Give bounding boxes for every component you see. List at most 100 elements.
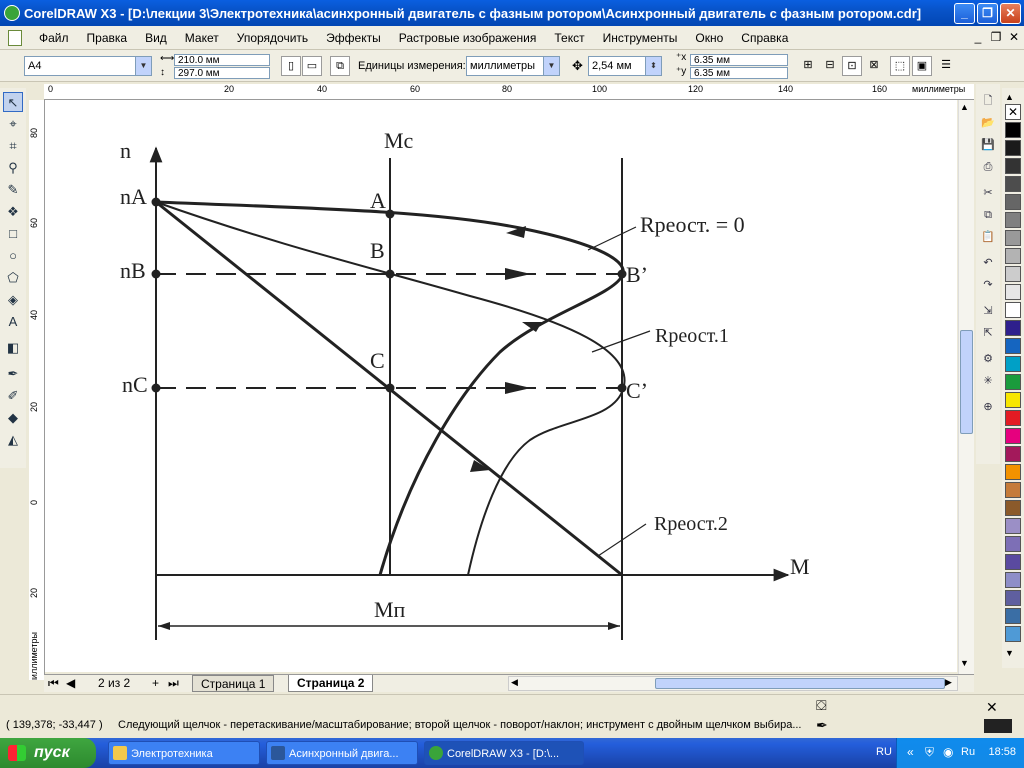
- color-swatch[interactable]: [1005, 590, 1021, 606]
- menu-edit[interactable]: Правка: [78, 31, 137, 45]
- scroll-left-icon[interactable]: ◀: [511, 677, 518, 688]
- snap-guides-button[interactable]: ⊟: [820, 56, 840, 76]
- taskbar-item-coreldraw[interactable]: CorelDRAW X3 - [D:\...: [424, 741, 584, 765]
- document-icon[interactable]: [8, 29, 22, 46]
- portrait-button[interactable]: ▯: [281, 56, 301, 76]
- outline-color-swatch[interactable]: [984, 719, 1012, 733]
- add-page-icon[interactable]: +: [152, 675, 159, 692]
- freehand-tool-icon[interactable]: ✎: [3, 180, 23, 200]
- menu-bitmaps[interactable]: Растровые изображения: [390, 31, 546, 45]
- color-swatch[interactable]: [1005, 230, 1021, 246]
- no-fill-icon[interactable]: ✕: [986, 699, 998, 716]
- first-page-icon[interactable]: ⏮: [48, 675, 59, 692]
- corel-online-icon[interactable]: ✳: [979, 372, 997, 390]
- tray-language[interactable]: Ru: [961, 746, 975, 758]
- menu-file[interactable]: Файл: [30, 31, 78, 45]
- color-swatch[interactable]: [1005, 392, 1021, 408]
- crop-tool-icon[interactable]: ⌗: [3, 136, 23, 156]
- export-icon[interactable]: ⇱: [979, 324, 997, 342]
- print-icon[interactable]: ⎙: [979, 158, 997, 176]
- close-button[interactable]: ✕: [1000, 3, 1021, 24]
- drawing-canvas[interactable]: n M Mc Mп nA nB nC A B C B’ C’ Rреост. =…: [45, 100, 957, 672]
- color-swatch[interactable]: [1005, 608, 1021, 624]
- interactive-fill-tool-icon[interactable]: ◭: [3, 430, 23, 450]
- palette-up-icon[interactable]: ▲: [1005, 92, 1014, 102]
- color-swatch[interactable]: [1005, 572, 1021, 588]
- scroll-down-icon[interactable]: ▼: [960, 658, 969, 668]
- redo-icon[interactable]: ↷: [979, 276, 997, 294]
- taskbar-item-word[interactable]: Асинхронный двига...: [266, 741, 418, 765]
- all-pages-button[interactable]: ⧉: [330, 56, 350, 76]
- duplicate-y-field[interactable]: 6.35 мм: [690, 67, 788, 79]
- copy-icon[interactable]: ⧉: [979, 206, 997, 224]
- zoom-level-icon[interactable]: ⊕: [979, 398, 997, 416]
- color-swatch[interactable]: [1005, 464, 1021, 480]
- doc-minimize-button[interactable]: _: [970, 30, 986, 44]
- cut-icon[interactable]: ✂: [979, 184, 997, 202]
- scroll-right-icon[interactable]: ▶: [945, 677, 952, 688]
- color-swatch[interactable]: [1005, 284, 1021, 300]
- text-tool-icon[interactable]: A: [3, 312, 23, 332]
- draw-bbox-button[interactable]: ▣: [912, 56, 932, 76]
- paste-icon[interactable]: 📋: [979, 228, 997, 246]
- color-swatch[interactable]: [1005, 482, 1021, 498]
- save-icon[interactable]: 💾: [979, 136, 997, 154]
- dynamic-guides-button[interactable]: ⊠: [864, 56, 884, 76]
- color-swatch[interactable]: [1005, 374, 1021, 390]
- color-swatch[interactable]: [1005, 212, 1021, 228]
- menu-view[interactable]: Вид: [136, 31, 176, 45]
- rectangle-tool-icon[interactable]: □: [3, 224, 23, 244]
- menu-arrange[interactable]: Упорядочить: [228, 31, 317, 45]
- horizontal-scrollbar[interactable]: ◀ ▶: [508, 676, 958, 691]
- fill-tool-icon[interactable]: ◆: [3, 408, 23, 428]
- color-swatch[interactable]: [1005, 554, 1021, 570]
- color-swatch[interactable]: [1005, 338, 1021, 354]
- vertical-scrollbar[interactable]: ▲ ▼: [958, 100, 974, 674]
- coreldraw-app-icon[interactable]: [4, 5, 20, 21]
- nudge-field[interactable]: 2,54 мм ⬍: [588, 56, 662, 76]
- color-swatch[interactable]: [1005, 158, 1021, 174]
- color-swatch[interactable]: [1005, 536, 1021, 552]
- snap-grid-button[interactable]: ⊞: [798, 56, 818, 76]
- eyedropper-tool-icon[interactable]: ✒: [3, 364, 23, 384]
- taskbar-item-explorer[interactable]: Электротехника: [108, 741, 260, 765]
- application-launcher-icon[interactable]: ⚙: [979, 350, 997, 368]
- zoom-tool-icon[interactable]: ⚲: [3, 158, 23, 178]
- color-swatch[interactable]: [1005, 500, 1021, 516]
- chevron-down-icon[interactable]: ▼: [135, 57, 151, 75]
- tray-expand-icon[interactable]: «: [907, 745, 914, 759]
- duplicate-x-field[interactable]: 6.35 мм: [690, 54, 788, 66]
- shape-tool-icon[interactable]: ⌖: [3, 114, 23, 134]
- color-swatch[interactable]: [1005, 266, 1021, 282]
- pick-tool-icon[interactable]: ↖: [3, 92, 23, 112]
- menu-text[interactable]: Текст: [545, 31, 593, 45]
- basic-shapes-tool-icon[interactable]: ◈: [3, 290, 23, 310]
- menu-tools[interactable]: Инструменты: [594, 31, 687, 45]
- minimize-button[interactable]: _: [954, 3, 975, 24]
- horizontal-scroll-thumb[interactable]: [655, 678, 945, 689]
- color-swatch[interactable]: [1005, 356, 1021, 372]
- page-height-field[interactable]: 297.0 мм: [174, 67, 270, 79]
- doc-close-button[interactable]: ✕: [1006, 30, 1022, 44]
- no-color-swatch[interactable]: ✕: [1005, 104, 1021, 120]
- options-button[interactable]: ☰: [936, 56, 956, 76]
- color-swatch[interactable]: [1005, 428, 1021, 444]
- interactive-blend-tool-icon[interactable]: ◧: [3, 338, 23, 358]
- language-indicator[interactable]: RU: [876, 746, 892, 758]
- color-swatch[interactable]: [1005, 248, 1021, 264]
- landscape-button[interactable]: ▭: [302, 56, 322, 76]
- menu-effects[interactable]: Эффекты: [317, 31, 390, 45]
- color-swatch[interactable]: [1005, 194, 1021, 210]
- color-swatch[interactable]: [1005, 518, 1021, 534]
- doc-restore-button[interactable]: ❐: [988, 30, 1004, 44]
- pen-nib-icon[interactable]: ✒: [816, 717, 828, 734]
- title-bar[interactable]: CorelDRAW X3 - [D:\лекции 3\Электротехни…: [0, 0, 1024, 26]
- security-shield-icon[interactable]: ⛨: [925, 745, 934, 760]
- tab-page-2[interactable]: Страница 2: [288, 675, 374, 692]
- color-swatch[interactable]: [1005, 410, 1021, 426]
- color-swatch[interactable]: [1005, 140, 1021, 156]
- color-swatch[interactable]: [1005, 446, 1021, 462]
- color-swatch[interactable]: [1005, 176, 1021, 192]
- color-swatch[interactable]: [1005, 626, 1021, 642]
- import-icon[interactable]: ⇲: [979, 302, 997, 320]
